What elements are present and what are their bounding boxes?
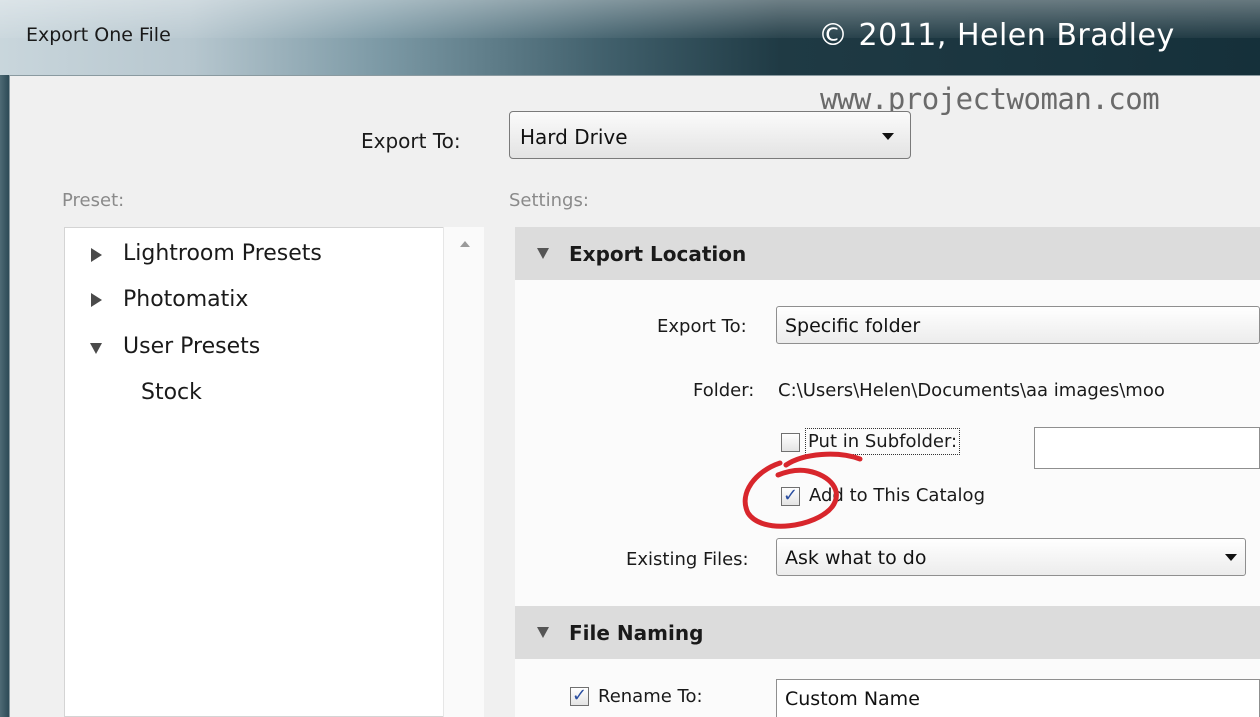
red-annotation-circle [742,451,863,529]
section-title: Export Location [569,242,747,266]
annotation-circle [742,451,863,529]
existing-files-value: Ask what to do [785,547,927,569]
preset-item-label: Lightroom Presets [123,241,322,266]
preset-item-label: Photomatix [123,287,249,312]
export-to-folder-label: Export To: [657,316,747,337]
copyright-watermark: © 2011, Helen Bradley [818,18,1175,53]
section-title: File Naming [569,621,704,645]
expand-arrow-icon[interactable] [91,248,102,262]
collapse-arrow-icon [537,627,549,638]
scroll-up-icon[interactable] [460,241,470,247]
preset-label: Preset: [62,190,125,211]
title-bar[interactable]: Export One File © 2011, Helen Bradley [0,0,1260,75]
export-dialog: Export One File © 2011, Helen Bradley ww… [0,0,1260,717]
rename-checkbox-box[interactable]: ✓ [570,685,589,706]
expand-arrow-icon[interactable] [91,293,102,307]
export-to-select[interactable]: Hard Drive [509,111,911,159]
export-to-value: Hard Drive [520,125,628,149]
export-to-label: Export To: [361,129,461,153]
preset-item-label: Stock [141,380,202,405]
chevron-down-icon [882,133,894,140]
folder-path: C:\Users\Helen\Documents\aa images\moo [778,380,1165,401]
window-title: Export One File [26,24,171,46]
export-to-folder-select[interactable]: Specific folder [776,306,1260,344]
chevron-down-icon [1225,554,1237,561]
preset-item-label: User Presets [123,334,261,359]
rename-template-select[interactable]: Custom Name [776,679,1260,717]
preset-scrollbar[interactable] [443,227,484,717]
window-frame-left [0,75,9,717]
file-naming-header[interactable]: File Naming [515,606,1260,659]
existing-files-select[interactable]: Ask what to do [776,538,1246,576]
existing-files-label: Existing Files: [626,549,749,570]
rename-template-value: Custom Name [785,688,920,710]
collapse-arrow-icon [537,248,549,259]
rename-label: Rename To: [598,686,703,707]
settings-label: Settings: [509,190,589,211]
checkmark-icon: ✓ [572,685,588,706]
export-location-header[interactable]: Export Location [515,227,1260,280]
folder-label: Folder: [693,380,755,401]
export-to-folder-value: Specific folder [785,315,921,337]
collapse-arrow-icon[interactable] [90,343,102,354]
subfolder-input[interactable] [1034,427,1260,469]
